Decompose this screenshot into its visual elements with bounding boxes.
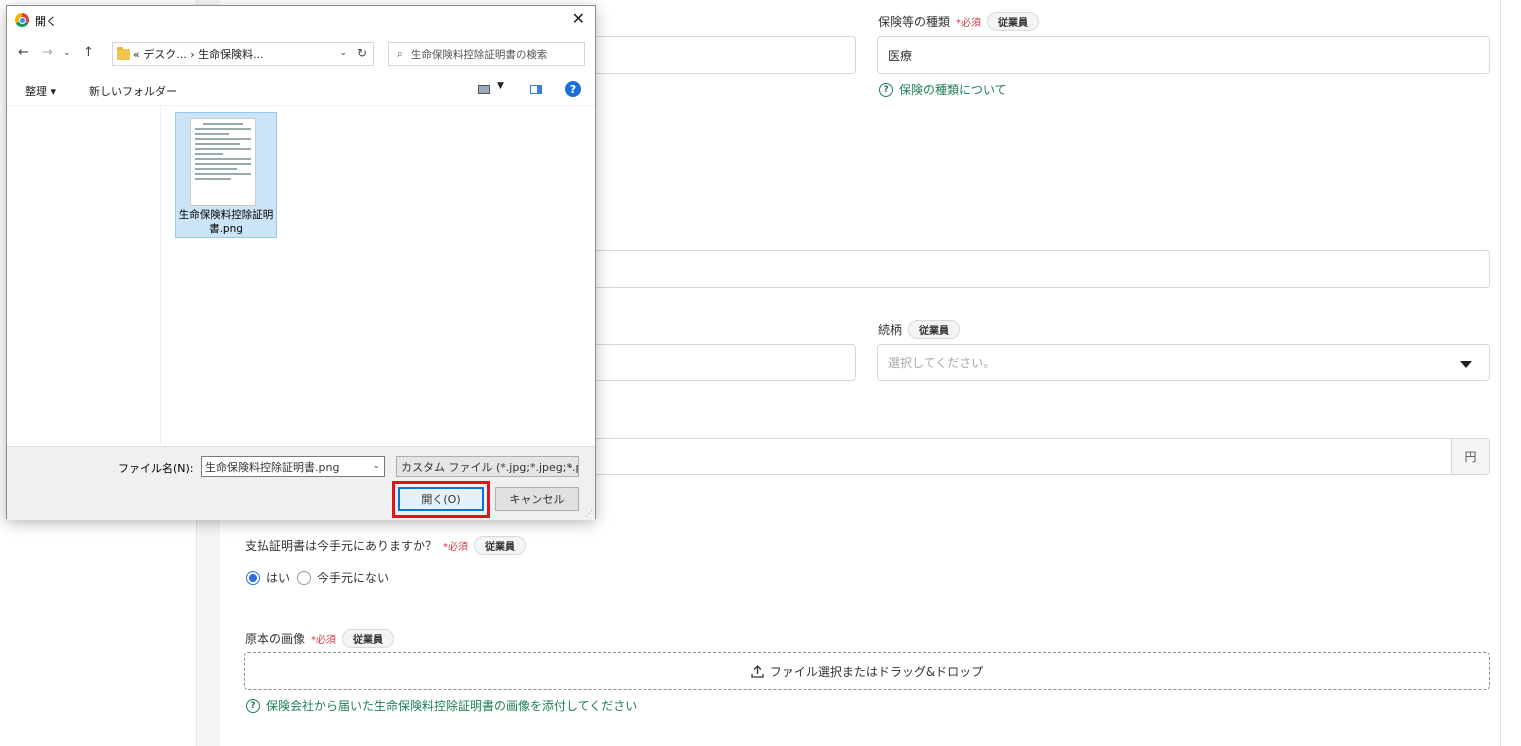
partial-left-input-2[interactable] [585, 344, 856, 381]
radio-unchecked-icon[interactable] [297, 570, 311, 585]
partial-left-input[interactable] [585, 36, 856, 74]
resize-grip-icon[interactable]: ⋰ [585, 509, 593, 518]
dialog-titlebar: 開く ✕ [7, 6, 595, 34]
dialog-footer: ファイル名(N): 生命保険料控除証明書.png ⌄ カスタム ファイル (*.… [7, 446, 595, 520]
insurance-type-help-text: 保険の種類について [899, 83, 1007, 97]
required-mark: *必須 [311, 635, 337, 646]
insurance-type-label-text: 保険等の種類 [878, 15, 951, 29]
folder-icon [117, 46, 130, 60]
certificate-question-text: 支払証明書は今手元にありますか？ [245, 539, 438, 553]
radio-not-at-hand[interactable]: 今手元にない [297, 569, 389, 586]
wide-text-input[interactable] [585, 250, 1490, 288]
yen-unit: 円 [1451, 439, 1489, 474]
search-placeholder: 生命保険料控除証明書の検索 [410, 48, 548, 61]
dialog-file-area: 生命保険料控除証明書.png [7, 105, 595, 445]
chevron-down-icon[interactable]: ⌄ [566, 461, 574, 471]
view-mode-icon[interactable] [478, 85, 490, 94]
original-image-help: ? 保険会社から届いた生命保険料控除証明書の画像を添付してください [246, 697, 637, 714]
employee-badge: 従業員 [908, 320, 961, 339]
filename-value: 生命保険料控除証明書.png [205, 460, 340, 474]
radio-no-label: 今手元にない [317, 571, 390, 585]
relationship-label: 続柄 従業員 [878, 320, 961, 339]
back-arrow-icon[interactable]: ← [18, 45, 29, 60]
employee-badge: 従業員 [987, 12, 1040, 31]
new-folder-button[interactable]: 新しいフォルダー [89, 83, 177, 99]
filetype-value: カスタム ファイル (*.jpg;*.jpeg;*.pn [401, 460, 579, 474]
file-open-dialog: 開く ✕ ← → ⌄ ↑ « デスク... › 生命保険料... ⌄ ↻ ⌕ 生… [6, 5, 596, 520]
radio-yes-label: はい [266, 571, 291, 585]
dropzone-text: ファイル選択またはドラッグ&ドロップ [769, 664, 984, 679]
dialog-title: 開く [35, 15, 57, 28]
search-icon: ⌕ [397, 47, 403, 60]
relationship-label-text: 続柄 [878, 323, 903, 337]
insurance-type-field[interactable]: 医療 [877, 36, 1490, 74]
radio-yes[interactable]: はい [246, 569, 290, 586]
filename-input[interactable]: 生命保険料控除証明書.png ⌄ [201, 456, 385, 477]
page: 保険等の種類 *必須 従業員 医療 ? 保険の種類について 続柄 従業員 選択し… [0, 0, 1521, 746]
navigation-pane[interactable] [7, 106, 161, 445]
up-arrow-icon[interactable]: ↑ [83, 45, 94, 60]
employee-badge: 従業員 [474, 536, 527, 555]
insurance-type-help-link[interactable]: ? 保険の種類について [879, 81, 1007, 98]
chevron-down-icon[interactable]: ⌄ [339, 48, 347, 58]
refresh-icon[interactable]: ↻ [357, 46, 367, 60]
chevron-down-icon[interactable]: ⌄ [372, 461, 380, 471]
amount-input[interactable]: 円 [585, 438, 1490, 475]
cancel-button[interactable]: キャンセル [495, 487, 579, 511]
relationship-select[interactable]: 選択してください。 [877, 344, 1490, 381]
view-chevron-icon[interactable]: ▼ [497, 81, 504, 91]
help-circle-icon: ? [879, 82, 893, 97]
search-input[interactable]: ⌕ 生命保険料控除証明書の検索 [388, 42, 585, 66]
filetype-select[interactable]: カスタム ファイル (*.jpg;*.jpeg;*.pn ⌄ [396, 456, 579, 477]
file-item[interactable]: 生命保険料控除証明書.png [175, 112, 277, 238]
file-dropzone[interactable]: ファイル選択またはドラッグ&ドロップ [244, 652, 1490, 690]
file-name: 生命保険料控除証明書.png [178, 209, 274, 235]
original-image-label-text: 原本の画像 [245, 632, 306, 646]
relationship-placeholder: 選択してください。 [888, 356, 996, 370]
upload-icon [751, 664, 764, 678]
help-icon[interactable]: ? [565, 81, 581, 97]
preview-pane-icon[interactable] [530, 85, 542, 94]
help-circle-icon: ? [246, 698, 260, 713]
caret-down-icon [1460, 361, 1472, 368]
employee-badge: 従業員 [342, 629, 395, 648]
highlight-annotation [392, 481, 490, 518]
dialog-toolbar: 整理 ▾ 新しいフォルダー ▼ ? [7, 76, 595, 104]
png-thumbnail-icon [190, 118, 256, 206]
required-mark: *必須 [956, 18, 982, 29]
chrome-icon [15, 13, 29, 27]
certificate-question-label: 支払証明書は今手元にありますか？ *必須 従業員 [245, 536, 527, 555]
required-mark: *必須 [443, 542, 469, 553]
original-image-label: 原本の画像 *必須 従業員 [245, 629, 395, 648]
close-icon[interactable]: ✕ [572, 9, 585, 28]
insurance-type-label: 保険等の種類 *必須 従業員 [878, 12, 1040, 31]
original-image-help-text: 保険会社から届いた生命保険料控除証明書の画像を添付してください [266, 699, 638, 713]
forward-arrow-icon[interactable]: → [42, 45, 53, 60]
dialog-nav-bar: ← → ⌄ ↑ « デスク... › 生命保険料... ⌄ ↻ ⌕ 生命保険料控… [7, 39, 595, 69]
radio-checked-icon[interactable] [246, 570, 260, 585]
recent-chevron-icon[interactable]: ⌄ [63, 48, 71, 58]
address-path: « デスク... › 生命保険料... [133, 48, 264, 61]
insurance-type-value: 医療 [888, 48, 913, 63]
content-right-border [1500, 0, 1521, 746]
address-bar[interactable]: « デスク... › 生命保険料... ⌄ ↻ [112, 42, 374, 66]
filename-label: ファイル名(N): [118, 462, 194, 475]
organize-menu[interactable]: 整理 ▾ [25, 83, 56, 99]
